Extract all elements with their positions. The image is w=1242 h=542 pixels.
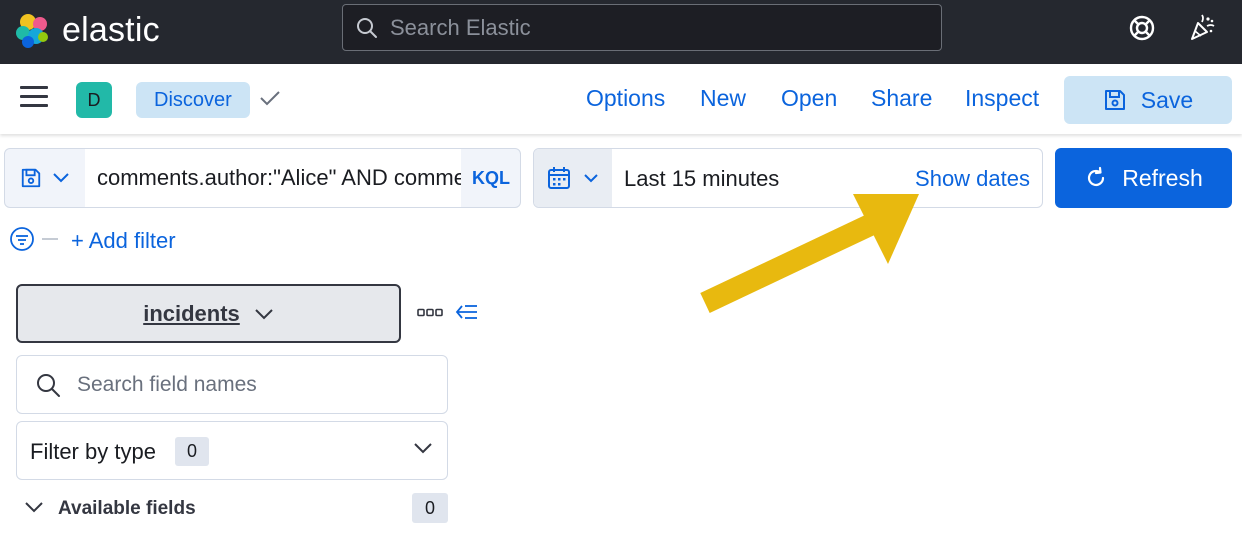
space-avatar[interactable]: D [76,82,112,118]
global-search-input[interactable] [390,14,910,41]
more-options-icon[interactable] [417,308,443,318]
query-bar: KQL [4,148,521,208]
search-icon [37,373,60,397]
open-link[interactable]: Open [781,85,837,112]
quick-menu-button[interactable] [534,149,612,207]
inspect-link[interactable]: Inspect [965,85,1039,112]
field-search[interactable] [16,355,448,414]
annotation-arrow-icon [700,194,919,313]
chevron-down-icon [25,502,43,513]
filter-by-type-button[interactable]: Filter by type 0 [16,421,448,480]
query-input[interactable] [85,149,461,207]
save-label: Save [1140,86,1194,113]
filter-options-icon[interactable] [9,226,35,252]
refresh-button[interactable]: Refresh [1055,148,1232,208]
help-icon [1129,15,1155,41]
show-dates-link[interactable]: Show dates [915,166,1030,192]
global-header: elastic [0,0,1242,64]
date-picker: Last 15 minutes Show dates [533,148,1043,208]
saved-query-button[interactable] [5,149,84,207]
field-search-input[interactable] [77,372,417,397]
add-filter-button[interactable]: + Add filter [71,228,176,254]
available-fields-label: Available fields [58,498,196,519]
collapse-sidebar-icon[interactable] [455,302,479,322]
global-search[interactable] [342,4,942,51]
breadcrumb-discover[interactable]: Discover [136,82,250,118]
filter-by-type-count: 0 [175,437,209,466]
search-icon [357,17,377,38]
chevron-down-icon [255,308,273,319]
options-link[interactable]: Options [586,85,665,112]
menu-icon [20,86,48,89]
available-fields-toggle[interactable]: Available fields 0 [16,492,448,524]
date-range-label[interactable]: Last 15 minutes [624,166,779,192]
chevron-down-icon [584,174,598,183]
filter-by-type-label: Filter by type [30,439,156,464]
chevron-down-icon [52,173,69,183]
newsfeed-icon [1191,14,1215,40]
refresh-label: Refresh [1122,164,1203,191]
save-icon [1104,90,1125,110]
available-fields-count: 0 [412,493,448,523]
save-icon [21,168,40,188]
filter-divider [42,238,58,240]
newsfeed-button[interactable] [1186,12,1218,44]
elastic-logo[interactable]: elastic [14,8,160,52]
kql-language-button[interactable]: KQL [461,149,520,207]
app-toolbar: D Discover Options New Open Share Inspec… [0,64,1242,134]
index-pattern-selector[interactable]: incidents [16,284,401,343]
save-button[interactable]: Save [1064,76,1232,124]
index-pattern-label: incidents [143,300,240,326]
chevron-down-icon [414,443,432,454]
elastic-logo-icon [16,14,48,48]
calendar-icon [548,167,570,189]
help-button[interactable] [1126,12,1158,44]
checkmark-icon[interactable] [258,88,282,108]
discover-page: elastic Search Elastic D Discover Option… [0,0,1242,542]
share-link[interactable]: Share [871,85,932,112]
menu-button[interactable] [20,86,48,112]
logo-text: elastic [62,10,160,49]
new-link[interactable]: New [700,85,746,112]
refresh-icon [1088,166,1105,187]
